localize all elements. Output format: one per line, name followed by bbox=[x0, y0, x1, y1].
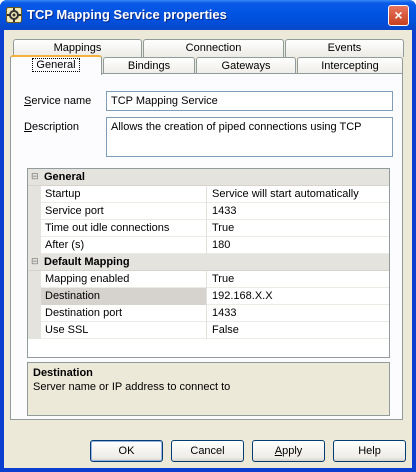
row-gutter bbox=[28, 271, 41, 288]
property-row-timeout-idle[interactable]: Time out idle connections True bbox=[28, 220, 389, 237]
close-button[interactable]: × bbox=[388, 5, 409, 26]
category-label: Default Mapping bbox=[44, 256, 130, 268]
property-key: Service port bbox=[41, 203, 207, 220]
description-label-text: escription bbox=[31, 121, 80, 133]
property-value[interactable]: False bbox=[208, 322, 389, 339]
category-general[interactable]: ⊟ General bbox=[28, 169, 389, 186]
row-gutter bbox=[28, 220, 41, 237]
tab-general-label: General bbox=[32, 58, 80, 72]
category-label: General bbox=[44, 171, 85, 183]
collapse-icon[interactable]: ⊟ bbox=[31, 256, 41, 267]
apply-label: pply bbox=[282, 445, 303, 457]
description-label: Description bbox=[24, 121, 79, 133]
service-name-label: Service name bbox=[24, 95, 91, 107]
row-gutter bbox=[28, 322, 41, 339]
service-name-label-text: ervice name bbox=[31, 95, 92, 107]
property-row-startup[interactable]: Startup Service will start automatically bbox=[28, 186, 389, 203]
property-value[interactable]: 180 bbox=[208, 237, 389, 254]
apply-button[interactable]: Apply bbox=[252, 440, 325, 462]
property-row-mapping-enabled[interactable]: Mapping enabled True bbox=[28, 271, 389, 288]
row-gutter bbox=[28, 288, 41, 305]
property-description-text: Server name or IP address to connect to bbox=[33, 381, 231, 393]
property-row-use-ssl[interactable]: Use SSL False bbox=[28, 322, 389, 339]
tab-general[interactable]: General bbox=[10, 55, 102, 75]
help-button[interactable]: Help bbox=[333, 440, 406, 462]
property-value[interactable]: 192.168.X.X bbox=[208, 288, 389, 305]
apply-accel: A bbox=[274, 445, 283, 457]
property-description-panel: Destination Server name or IP address to… bbox=[27, 362, 390, 416]
collapse-icon[interactable]: ⊟ bbox=[31, 171, 41, 182]
row-gutter bbox=[28, 203, 41, 220]
ok-button[interactable]: OK bbox=[90, 440, 163, 462]
property-grid[interactable]: ⊟ General Startup Service will start auto… bbox=[27, 168, 390, 358]
property-key: Use SSL bbox=[41, 322, 207, 339]
description-input[interactable]: Allows the creation of piped connections… bbox=[106, 117, 393, 157]
property-value[interactable]: 1433 bbox=[208, 203, 389, 220]
property-key: Destination bbox=[41, 288, 207, 305]
property-row-service-port[interactable]: Service port 1433 bbox=[28, 203, 389, 220]
category-default-mapping[interactable]: ⊟ Default Mapping bbox=[28, 254, 389, 271]
cancel-button[interactable]: Cancel bbox=[171, 440, 244, 462]
service-name-input[interactable]: TCP Mapping Service bbox=[106, 91, 393, 111]
property-key: After (s) bbox=[41, 237, 207, 254]
row-gutter bbox=[28, 186, 41, 203]
tab-connection[interactable]: Connection bbox=[143, 39, 284, 57]
description-label-accel: D bbox=[24, 121, 32, 133]
service-gear-icon bbox=[6, 7, 22, 23]
tab-events[interactable]: Events bbox=[285, 39, 404, 57]
property-key: Startup bbox=[41, 186, 207, 203]
property-value[interactable]: True bbox=[208, 271, 389, 288]
row-gutter bbox=[28, 237, 41, 254]
property-value[interactable]: True bbox=[208, 220, 389, 237]
property-value[interactable]: Service will start automatically bbox=[208, 186, 389, 203]
title-bar[interactable]: TCP Mapping Service properties × bbox=[0, 0, 416, 30]
close-icon: × bbox=[394, 7, 403, 23]
property-row-destination-port[interactable]: Destination port 1433 bbox=[28, 305, 389, 322]
property-row-after[interactable]: After (s) 180 bbox=[28, 237, 389, 254]
property-key: Mapping enabled bbox=[41, 271, 207, 288]
property-key: Time out idle connections bbox=[41, 220, 207, 237]
property-value[interactable]: 1433 bbox=[208, 305, 389, 322]
window-title: TCP Mapping Service properties bbox=[27, 7, 227, 22]
row-gutter bbox=[28, 305, 41, 322]
property-key: Destination port bbox=[41, 305, 207, 322]
property-row-destination[interactable]: Destination 192.168.X.X bbox=[28, 288, 389, 305]
property-description-title: Destination bbox=[33, 367, 93, 379]
